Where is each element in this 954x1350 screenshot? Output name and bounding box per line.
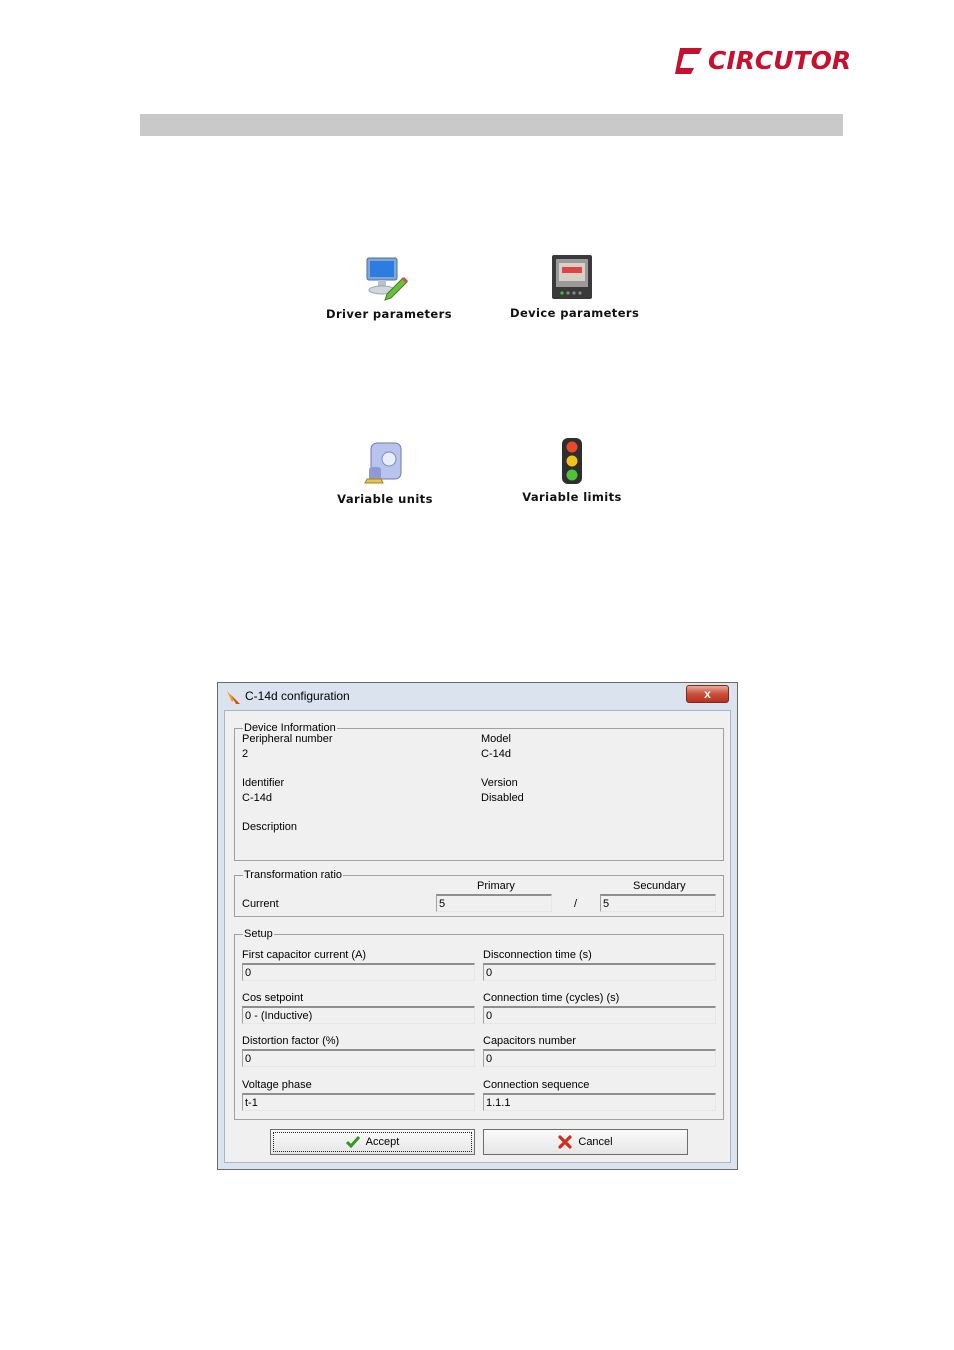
circutor-logo-mark — [675, 48, 702, 74]
connection-sequence-label: Connection sequence — [483, 1079, 590, 1091]
connection-time-input[interactable]: 0 — [483, 1006, 716, 1024]
transformation-ratio-group: Transformation ratio Primary Secundary C… — [234, 868, 724, 917]
description-label: Description — [242, 821, 298, 833]
version-value: Disabled — [481, 792, 524, 804]
section-header-bar — [140, 114, 843, 136]
peripheral-number-value: 2 — [242, 748, 249, 760]
driver-parameters-button[interactable]: Driver parameters — [326, 254, 452, 321]
primary-label: Primary — [477, 880, 515, 892]
disconnection-time-input[interactable]: 0 — [483, 963, 716, 981]
configuration-dialog: C-14d configuration x Device Information… — [217, 682, 738, 1170]
current-label: Current — [242, 898, 279, 910]
circutor-logo: CIRCUTOR — [672, 44, 851, 78]
cancel-button[interactable]: Cancel — [483, 1129, 688, 1155]
disconnection-time-label: Disconnection time (s) — [483, 949, 592, 961]
device-panel-icon — [552, 255, 592, 299]
first-capacitor-current-label: First capacitor current (A) — [242, 949, 367, 961]
version-label: Version — [481, 777, 518, 789]
checkmark-icon — [345, 1136, 360, 1149]
logo-text: CIRCUTOR — [708, 46, 852, 75]
voltage-phase-input[interactable]: t-1 — [242, 1093, 475, 1111]
first-capacitor-current-input[interactable]: 0 — [242, 963, 475, 981]
traffic-light-icon — [562, 438, 582, 484]
ratio-separator: / — [574, 898, 578, 910]
peripheral-number-label: Peripheral number — [242, 733, 333, 745]
device-parameters-button[interactable]: Device parameters — [510, 253, 640, 320]
distortion-factor-label: Distortion factor (%) — [242, 1035, 340, 1047]
driver-parameters-label: Driver parameters — [326, 307, 452, 321]
variable-units-label: Variable units — [337, 492, 433, 506]
device-information-group: Device Information Peripheral number 2 M… — [234, 721, 724, 861]
computer-pencil-icon — [366, 257, 409, 301]
app-icon — [227, 691, 240, 704]
variable-units-button[interactable]: Variable units — [331, 439, 439, 506]
accept-label: Accept — [365, 1136, 400, 1148]
voltage-phase-label: Voltage phase — [242, 1079, 312, 1091]
secondary-label: Secundary — [633, 880, 686, 892]
units-icon — [364, 442, 402, 484]
model-label: Model — [481, 733, 511, 745]
primary-current-input[interactable]: 5 — [436, 894, 552, 912]
distortion-factor-input[interactable]: 0 — [242, 1049, 475, 1067]
accept-button[interactable]: Accept — [270, 1129, 475, 1155]
cos-setpoint-input[interactable]: 0 - (Inductive) — [242, 1006, 475, 1024]
transformation-ratio-title: Transformation ratio — [243, 868, 344, 882]
device-parameters-label: Device parameters — [510, 306, 640, 320]
capacitors-number-input[interactable]: 0 — [483, 1049, 716, 1067]
red-x-icon — [558, 1135, 572, 1149]
identifier-value: C-14d — [242, 792, 272, 804]
cancel-label: Cancel — [578, 1136, 613, 1148]
connection-sequence-input[interactable]: 1.1.1 — [483, 1093, 716, 1111]
capacitors-number-label: Capacitors number — [483, 1035, 576, 1047]
dialog-title: C-14d configuration — [245, 689, 350, 703]
secondary-current-input[interactable]: 5 — [600, 894, 716, 912]
identifier-label: Identifier — [242, 777, 285, 789]
dialog-titlebar[interactable]: C-14d configuration x — [218, 683, 737, 709]
connection-time-label: Connection time (cycles) (s) — [483, 992, 620, 1004]
setup-title: Setup — [243, 927, 274, 941]
model-value: C-14d — [481, 748, 511, 760]
dialog-body: Device Information Peripheral number 2 M… — [224, 710, 731, 1163]
variable-limits-button[interactable]: Variable limits — [520, 437, 624, 504]
variable-limits-label: Variable limits — [522, 490, 622, 504]
setup-group: Setup First capacitor current (A) 0 Disc… — [234, 927, 724, 1120]
close-button[interactable]: x — [686, 685, 729, 703]
cos-setpoint-label: Cos setpoint — [242, 992, 304, 1004]
